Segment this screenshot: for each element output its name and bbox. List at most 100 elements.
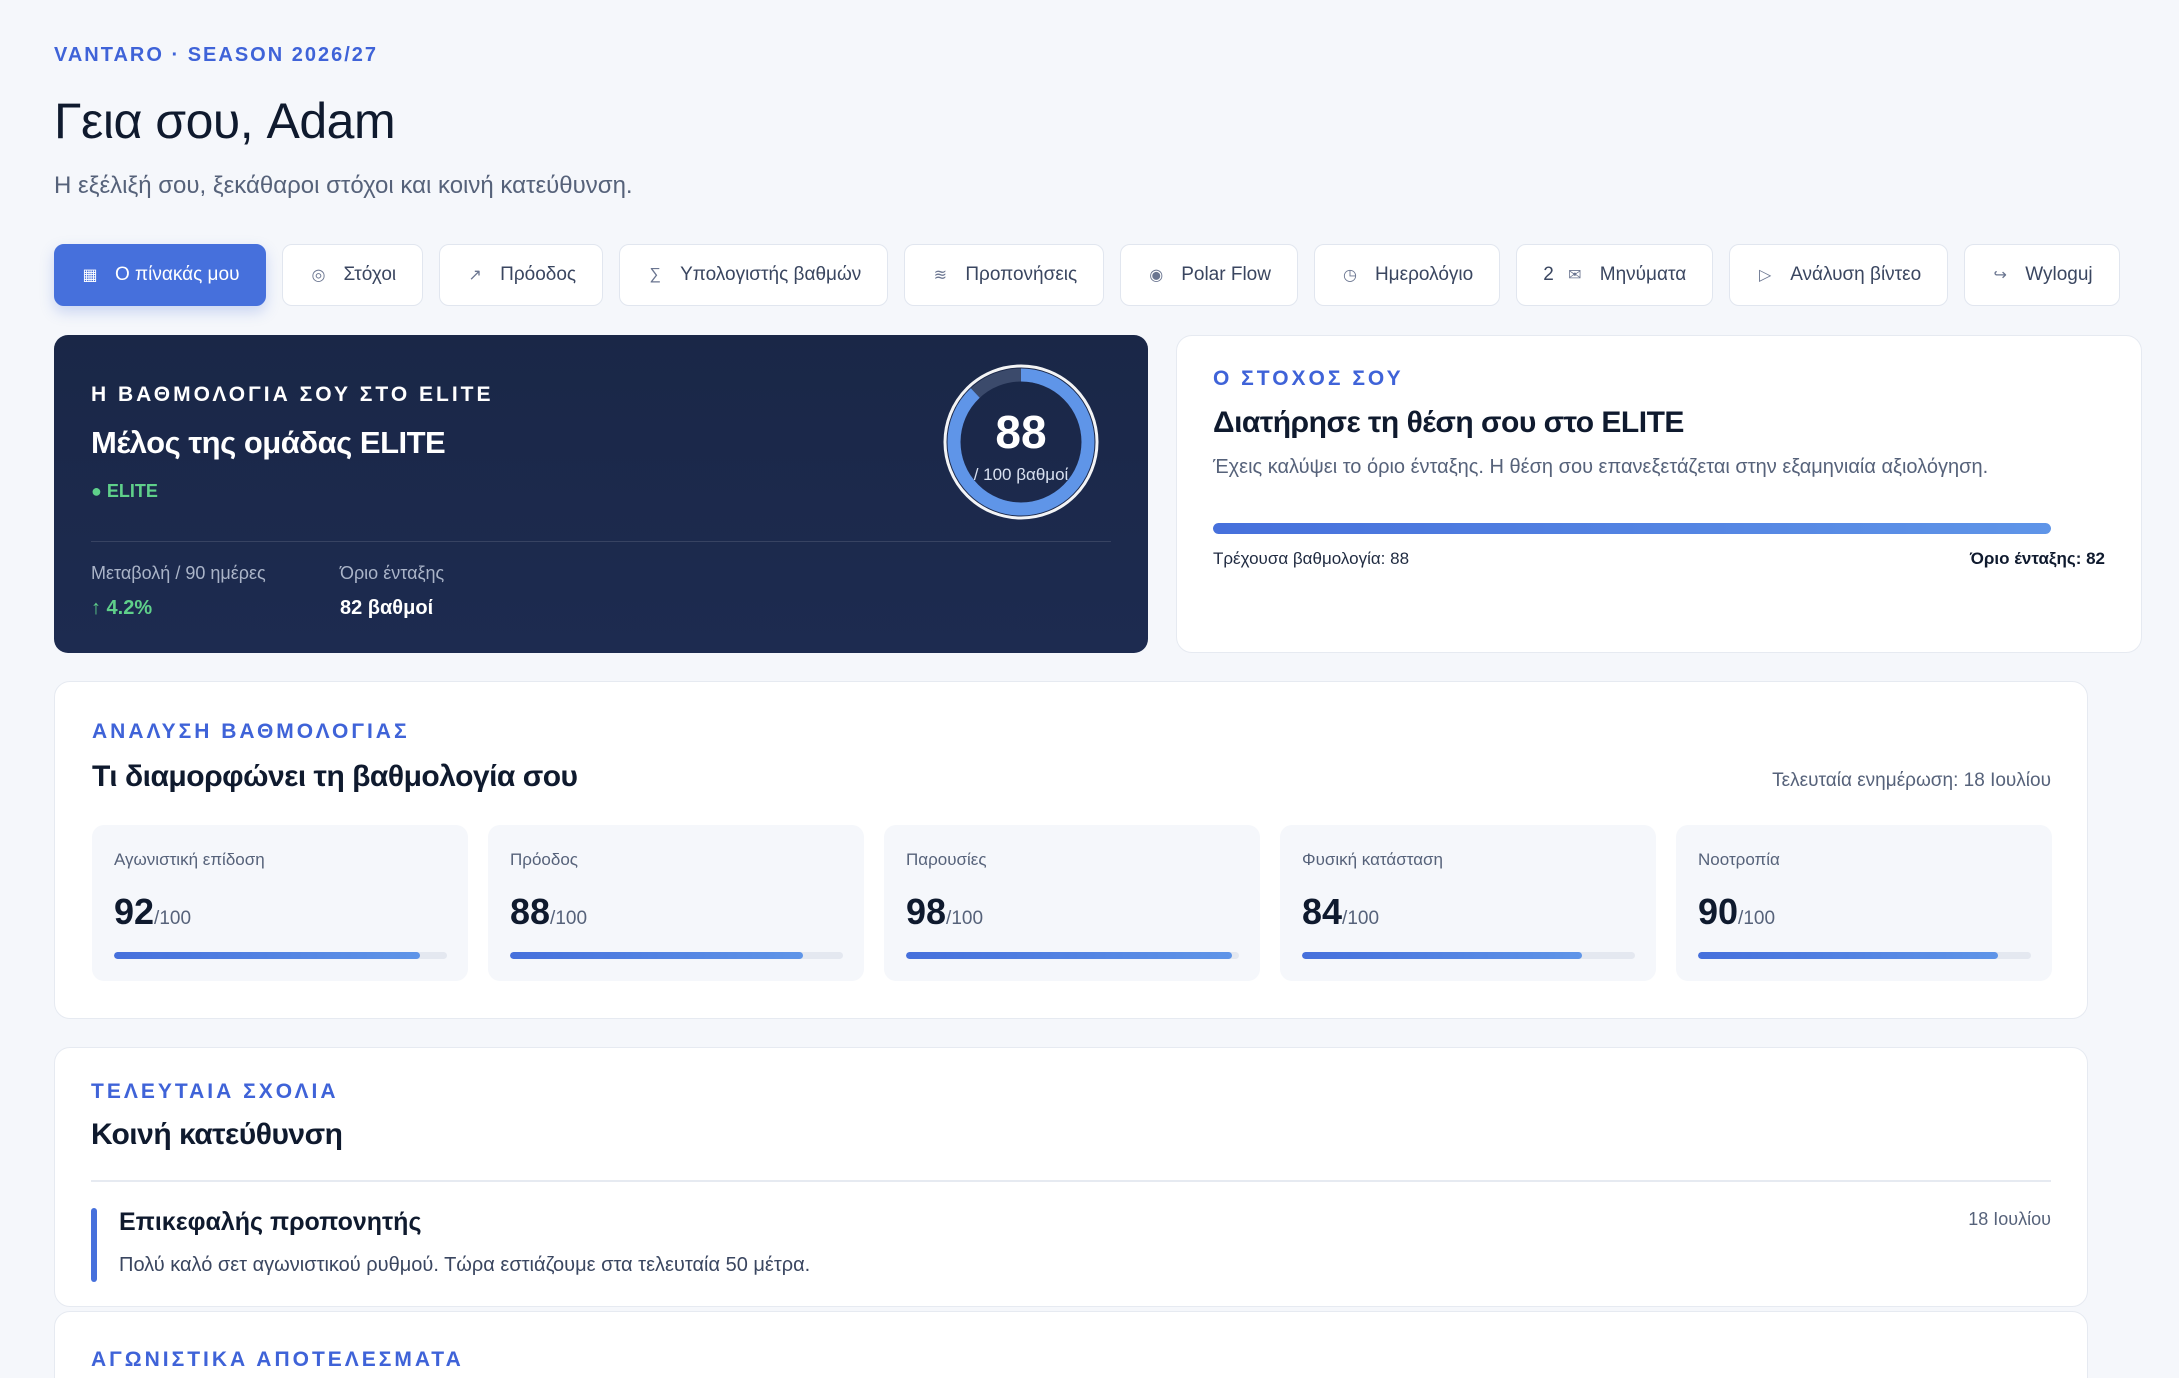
goal-title: Διατήρησε τη θέση σου στο ELITE <box>1213 406 1684 439</box>
threshold-value: 82 βαθμοί <box>340 597 434 619</box>
metric-label: Φυσική κατάσταση <box>1302 850 1443 869</box>
metric-max: /100 <box>946 908 984 929</box>
metric-score: 90 <box>1698 891 1739 932</box>
nav-label: Wyloguj <box>2025 264 2093 285</box>
metrics-row: Αγωνιστική επίδοση 92/100 Πρόοδος 88/100 Παρ… <box>92 825 2052 981</box>
page-subtitle: Η εξέλιξή σου, ξεκάθαροι στόχοι και κοιν… <box>54 172 633 199</box>
trend-icon: ↗ <box>468 267 482 284</box>
metric-value: 92/100 <box>114 891 191 933</box>
metric-max: /100 <box>550 908 588 929</box>
page-title: Γεια σου, Adam <box>54 93 396 149</box>
nav-target-button[interactable]: ◎ Στόχοι <box>282 244 424 306</box>
nav-trend-button[interactable]: ↗ Πρόοδος <box>439 244 604 306</box>
status-badge: ● ELITE <box>91 481 158 501</box>
nav-label: Πρόοδος <box>500 264 577 285</box>
score-card: Η ΒΑΘΜΟΛΟΓΙΑ ΣΟΥ ΣΤΟ ELITE Μέλος της ομά… <box>54 335 1148 653</box>
nav-mail-button[interactable]: 2 ✉ Μηνύματα <box>1516 244 1714 306</box>
target-icon: ◎ <box>311 267 326 284</box>
nav-label: Polar Flow <box>1181 264 1271 285</box>
metric-bar <box>114 952 447 959</box>
score-breakdown-card: ΑΝΑΛΥΣΗ ΒΑΘΜΟΛΟΓΙΑΣ Τι διαμορφώνει τη βα… <box>54 681 2088 1019</box>
results-eyebrow: ΑΓΩΝΙΣΤΙΚΑ ΑΠΟΤΕΛΕΣΜΑΤΑ <box>91 1348 464 1371</box>
metric-card: Αγωνιστική επίδοση 92/100 <box>92 825 468 981</box>
nav-label: Ανάλυση βίντεο <box>1790 264 1922 285</box>
comment-author: Επικεφαλής προπονητής <box>119 1208 422 1236</box>
metric-card: Φυσική κατάσταση 84/100 <box>1280 825 1656 981</box>
metric-card: Νοοτροπία 90/100 <box>1676 825 2052 981</box>
divider <box>91 1180 2051 1182</box>
score-card-eyebrow: Η ΒΑΘΜΟΛΟΓΙΑ ΣΟΥ ΣΤΟ ELITE <box>91 383 494 406</box>
comments-title: Κοινή κατεύθυνση <box>91 1118 343 1151</box>
metric-score: 88 <box>510 891 551 932</box>
nav-grid-button[interactable]: ▦ Ο πίνακάς μου <box>54 244 267 306</box>
breakdown-eyebrow: ΑΝΑΛΥΣΗ ΒΑΘΜΟΛΟΓΙΑΣ <box>92 720 410 743</box>
comments-eyebrow: ΤΕΛΕΥΤΑΙΑ ΣΧΟΛΙΑ <box>91 1080 339 1103</box>
wave-icon: ≋ <box>933 267 948 284</box>
metric-value: 98/100 <box>906 891 983 933</box>
nav-clock-button[interactable]: ◷ Ημερολόγιο <box>1313 244 1501 306</box>
score-unit: / 100 βαθμοί <box>973 465 1069 484</box>
grid-icon: ▦ <box>82 267 98 284</box>
mail-icon: ✉ <box>1568 267 1582 284</box>
nav-label: Ημερολόγιο <box>1374 264 1474 285</box>
metric-label: Αγωνιστική επίδοση <box>114 850 265 869</box>
logout-icon: ↪ <box>1993 267 2007 284</box>
divider <box>91 541 1111 542</box>
sigma-icon: ∑ <box>649 266 661 283</box>
nav-dot-circle-button[interactable]: ◉ Polar Flow <box>1120 244 1298 306</box>
comments-card: ΤΕΛΕΥΤΑΙΑ ΣΧΟΛΙΑ Κοινή κατεύθυνση Επικεφ… <box>54 1047 2088 1307</box>
metric-bar-fill <box>1698 952 1998 959</box>
last-updated: Τελευταία ενημέρωση: 18 Ιουλίου <box>1772 770 2051 791</box>
goal-progress-bar <box>1213 523 2051 534</box>
metric-score: 84 <box>1302 891 1343 932</box>
metric-value: 84/100 <box>1302 891 1379 933</box>
goal-eyebrow: Ο ΣΤΟΧΟΣ ΣΟΥ <box>1213 367 1404 390</box>
nav-play-button[interactable]: ▷ Ανάλυση βίντεο <box>1729 244 1949 306</box>
metric-bar <box>1698 952 2031 959</box>
metric-bar <box>906 952 1239 959</box>
metric-bar-fill <box>1302 952 1582 959</box>
comment-date: 18 Ιουλίου <box>1968 1209 2051 1229</box>
change-label: Μεταβολή / 90 ημέρες <box>91 563 266 583</box>
metric-value: 88/100 <box>510 891 587 933</box>
metric-bar-fill <box>906 952 1233 959</box>
score-value: 88 <box>995 406 1047 458</box>
metric-score: 98 <box>906 891 947 932</box>
score-card-title: Μέλος της ομάδας ELITE <box>91 425 446 460</box>
nav-label: Ο πίνακάς μου <box>115 264 240 285</box>
metric-value: 90/100 <box>1698 891 1775 933</box>
metric-max: /100 <box>1342 908 1380 929</box>
current-score-label: Τρέχουσα βαθμολογία: 88 <box>1213 549 1410 568</box>
dot-circle-icon: ◉ <box>1149 267 1164 284</box>
breakdown-title: Τι διαμορφώνει τη βαθμολογία σου <box>92 760 578 793</box>
metric-label: Νοοτροπία <box>1698 850 1780 869</box>
comment-accent <box>91 1208 97 1282</box>
metric-max: /100 <box>1738 908 1776 929</box>
brand-season-label: VANTARO · SEASON 2026/27 <box>54 44 379 66</box>
comment-text: Πολύ καλό σετ αγωνιστικού ρυθμού. Τώρα ε… <box>119 1254 811 1276</box>
metric-label: Παρουσίες <box>906 850 987 869</box>
clock-icon: ◷ <box>1342 267 1357 284</box>
goal-description: Έχεις καλύψει το όριο ένταξης. Η θέση σο… <box>1213 456 1989 478</box>
threshold-label: Όριο ένταξης <box>340 563 445 583</box>
main-nav: ▦ Ο πίνακάς μου ◎ Στόχοι ↗ Πρόοδος ∑ Υπολογιστή… <box>54 244 2120 306</box>
goal-progress-fill <box>1213 523 2051 534</box>
metric-bar-fill <box>510 952 804 959</box>
results-card: ΑΓΩΝΙΣΤΙΚΑ ΑΠΟΤΕΛΕΣΜΑΤΑ <box>54 1311 2088 1378</box>
metric-bar-fill <box>114 952 421 959</box>
metric-bar <box>510 952 843 959</box>
metric-card: Παρουσίες 98/100 <box>884 825 1260 981</box>
metric-card: Πρόοδος 88/100 <box>488 825 864 981</box>
play-icon: ▷ <box>1759 267 1772 284</box>
nav-label: Προπονήσεις <box>965 264 1078 285</box>
metric-score: 92 <box>114 891 155 932</box>
unread-count-badge: 2 <box>1543 264 1554 285</box>
nav-label: Υπολογιστής βαθμών <box>680 264 862 285</box>
metric-bar <box>1302 952 1635 959</box>
nav-logout-button[interactable]: ↪ Wyloguj <box>1964 244 2120 306</box>
nav-wave-button[interactable]: ≋ Προπονήσεις <box>904 244 1105 306</box>
change-value: ↑ 4.2% <box>91 597 153 619</box>
goal-threshold-label: Όριο ένταξης: 82 <box>1969 549 2105 568</box>
nav-sigma-button[interactable]: ∑ Υπολογιστής βαθμών <box>619 244 889 306</box>
metric-label: Πρόοδος <box>510 850 578 869</box>
